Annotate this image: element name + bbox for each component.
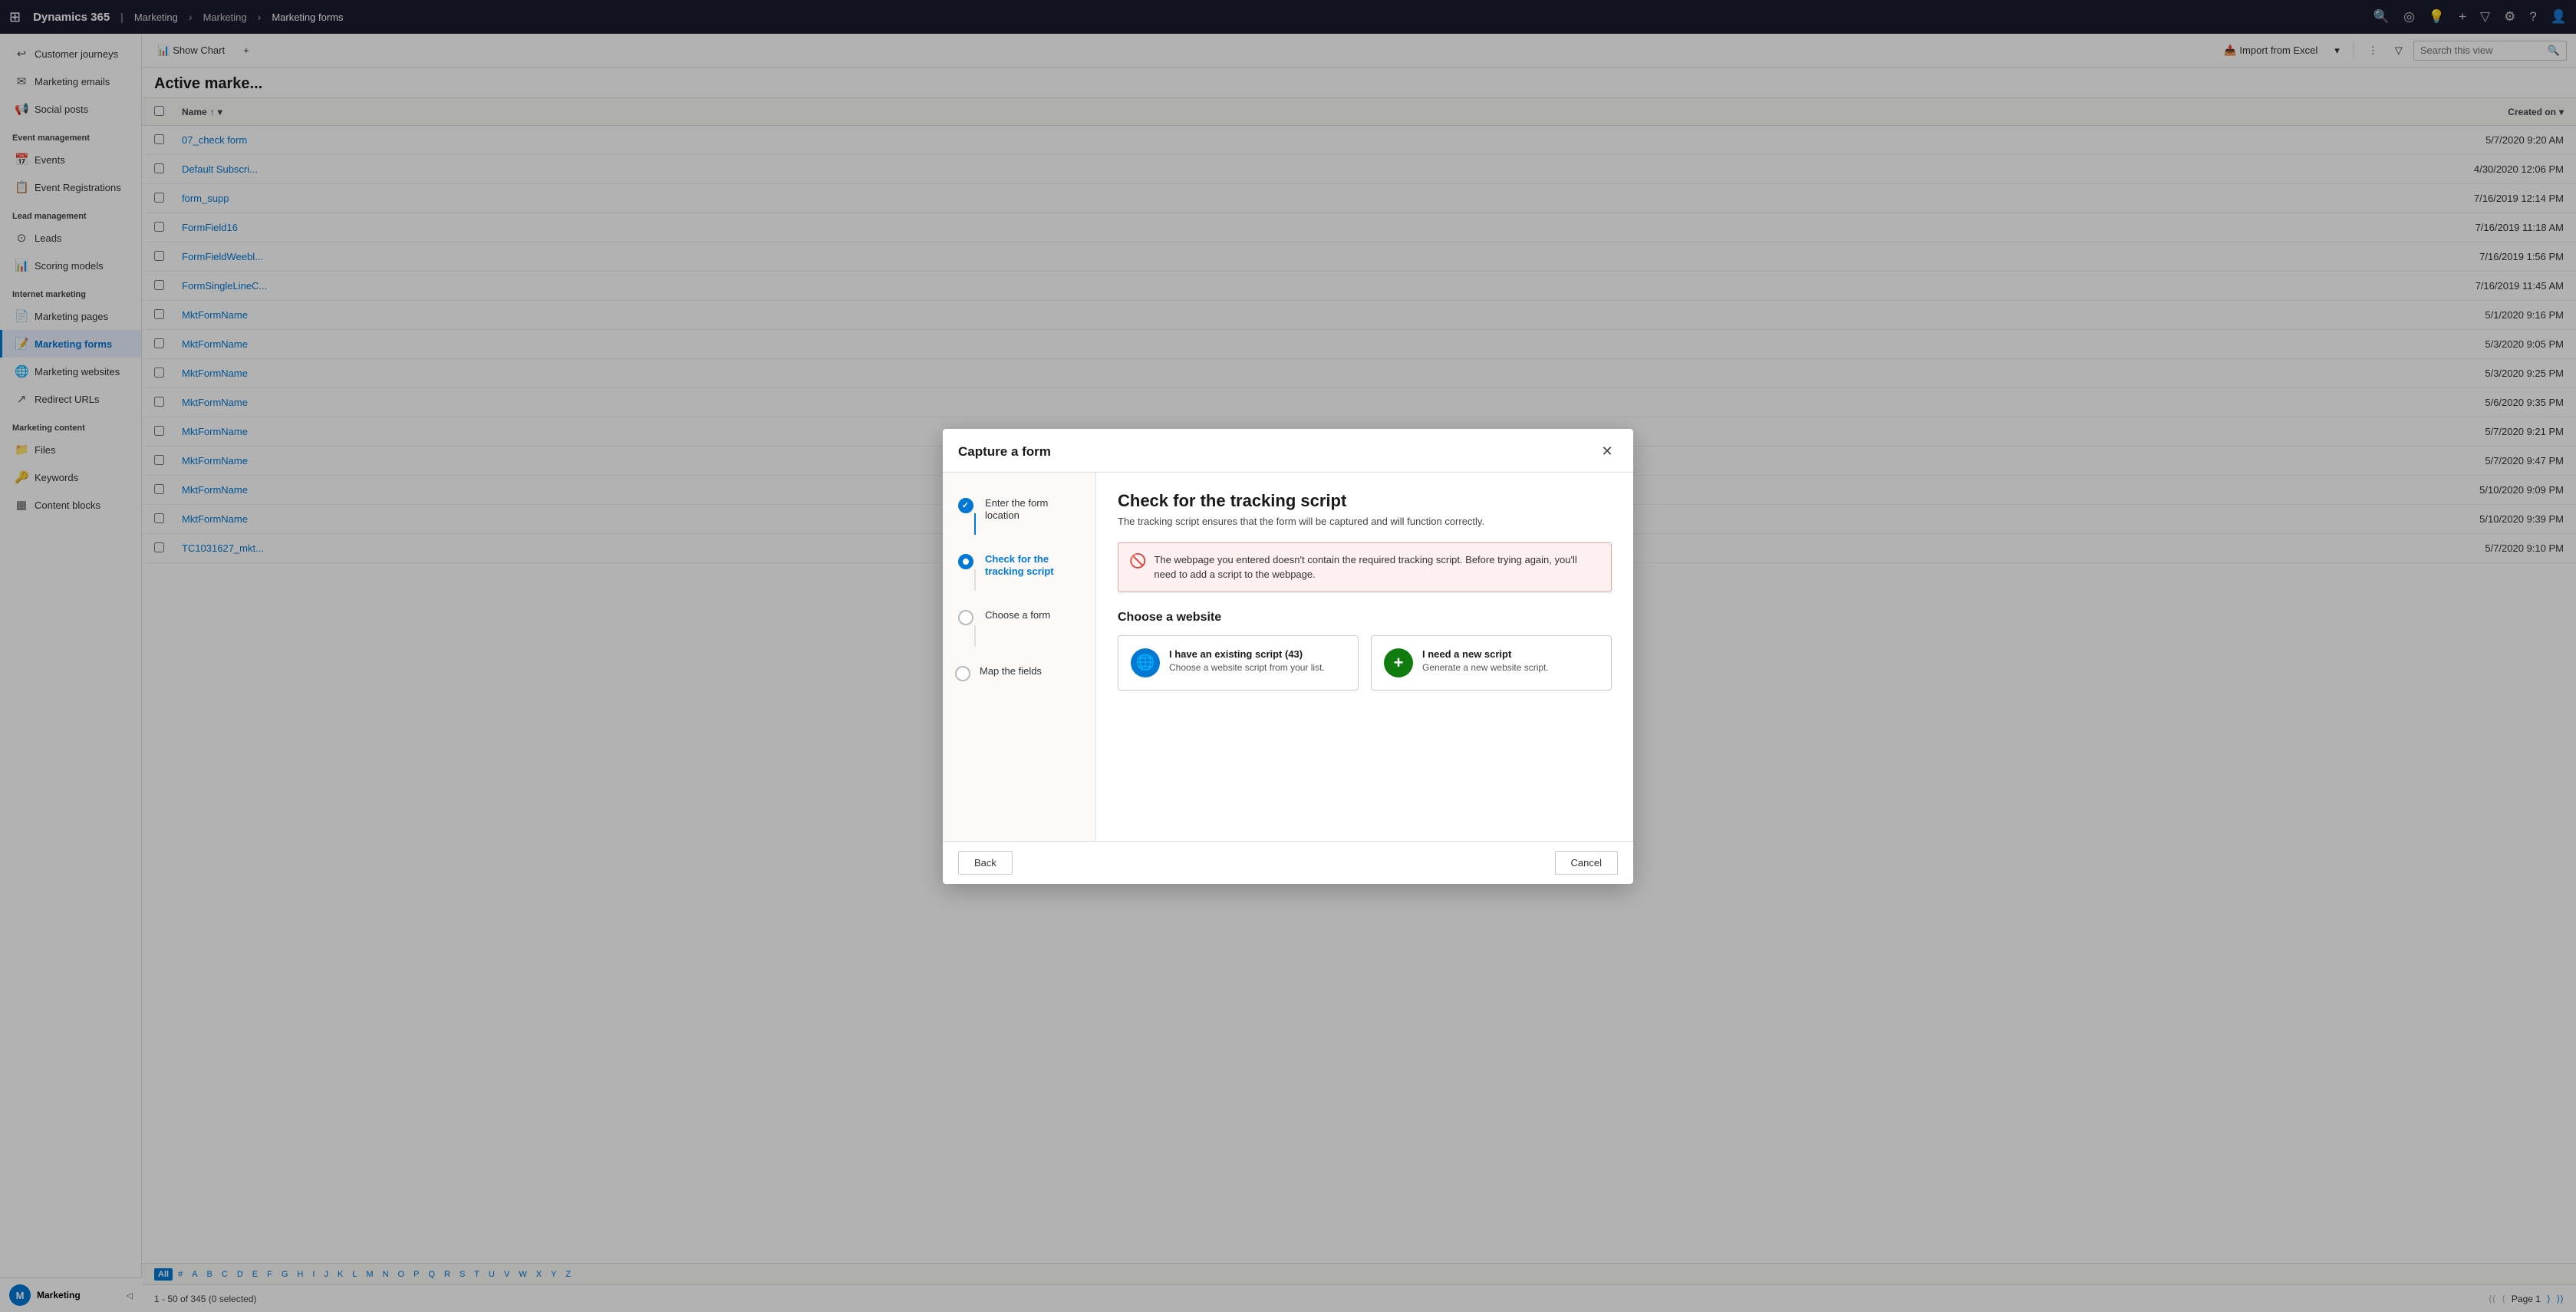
step-label-4: Map the fields — [980, 665, 1042, 678]
step-check-icon: ✓ — [962, 500, 969, 510]
step-item-enter-location: ✓ Enter the form location — [943, 488, 1095, 544]
plus-circle-icon: + — [1394, 653, 1404, 673]
existing-script-icon-circle: 🌐 — [1131, 648, 1160, 677]
choose-website-title: Choose a website — [1118, 611, 1612, 625]
existing-script-desc: Choose a website script from your list. — [1169, 662, 1325, 673]
existing-script-option[interactable]: 🌐 I have an existing script (43) Choose … — [1118, 635, 1359, 691]
dialog-header: Capture a form ✕ — [943, 429, 1633, 473]
error-banner: 🚫 The webpage you entered doesn't contai… — [1118, 542, 1612, 592]
step-item-choose-form: Choose a form — [943, 600, 1095, 656]
new-script-label: I need a new script — [1422, 648, 1549, 660]
existing-script-label: I have an existing script (43) — [1169, 648, 1325, 660]
capture-form-dialog: Capture a form ✕ ✓ Enter the form locati… — [943, 429, 1633, 884]
dialog-body: ✓ Enter the form location Check for the — [943, 473, 1633, 841]
step-label-1: Enter the form location — [985, 497, 1083, 523]
step-connector-2 — [974, 569, 976, 591]
globe-icon: 🌐 — [1136, 653, 1155, 672]
dialog-step-title: Check for the tracking script — [1118, 491, 1612, 511]
step-label-2: Check for the tracking script — [985, 553, 1083, 579]
new-script-text: I need a new script Generate a new websi… — [1422, 648, 1549, 673]
back-button[interactable]: Back — [958, 851, 1013, 875]
dialog-title: Capture a form — [958, 444, 1051, 460]
error-icon: 🚫 — [1129, 553, 1146, 569]
step-indicator-2 — [958, 554, 973, 569]
website-options: 🌐 I have an existing script (43) Choose … — [1118, 635, 1612, 691]
step-connector-3 — [974, 625, 976, 647]
step-dot-2 — [963, 559, 969, 565]
error-text: The webpage you entered doesn't contain … — [1154, 552, 1600, 582]
step-label-3: Choose a form — [985, 609, 1050, 622]
dialog-close-button[interactable]: ✕ — [1596, 441, 1618, 463]
step-indicator-1: ✓ — [958, 498, 973, 513]
dialog-main-content: Check for the tracking script The tracki… — [1096, 473, 1633, 841]
new-script-desc: Generate a new website script. — [1422, 662, 1549, 673]
step-connector-1 — [974, 513, 976, 535]
new-script-option[interactable]: + I need a new script Generate a new web… — [1371, 635, 1612, 691]
step-item-check-tracking: Check for the tracking script — [943, 544, 1095, 600]
new-script-icon-circle: + — [1384, 648, 1413, 677]
step-indicator-4 — [955, 666, 970, 681]
step-item-map-fields: Map the fields — [943, 656, 1095, 691]
dialog-step-desc: The tracking script ensures that the for… — [1118, 516, 1612, 527]
cancel-button[interactable]: Cancel — [1555, 851, 1618, 875]
dialog-overlay[interactable]: Capture a form ✕ ✓ Enter the form locati… — [0, 0, 2576, 1312]
dialog-steps-panel: ✓ Enter the form location Check for the — [943, 473, 1096, 841]
dialog-footer: Back Cancel — [943, 841, 1633, 884]
existing-script-text: I have an existing script (43) Choose a … — [1169, 648, 1325, 673]
step-indicator-3 — [958, 610, 973, 625]
